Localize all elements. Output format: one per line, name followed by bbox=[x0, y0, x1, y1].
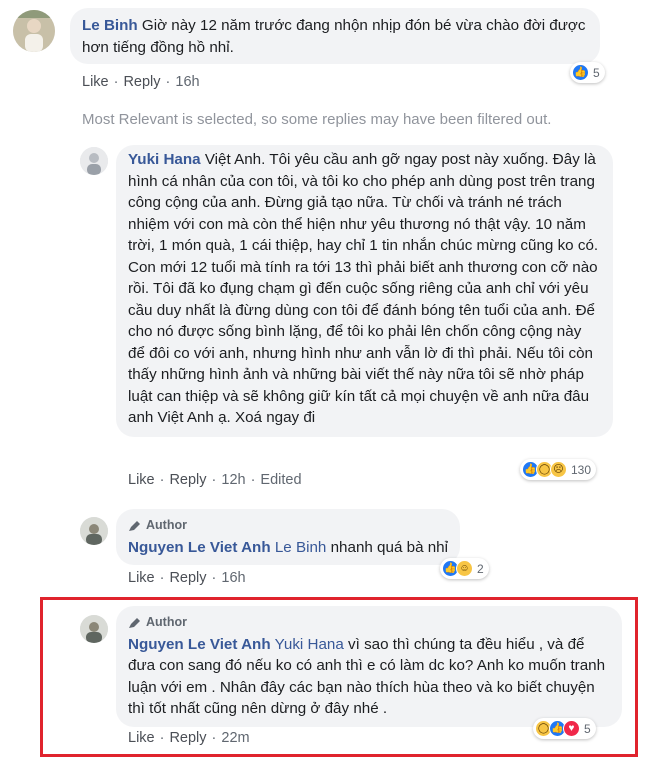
comment-time[interactable]: 12h bbox=[221, 472, 245, 488]
like-link[interactable]: Like bbox=[128, 472, 155, 488]
mention-link[interactable]: Yuki Hana bbox=[275, 636, 344, 653]
comment-text: nhanh quá bà nhỉ bbox=[330, 538, 449, 556]
comment-bubble-yuki-hana: Yuki Hana Việt Anh. Tôi yêu cầu anh gỡ n… bbox=[116, 145, 613, 437]
comment-actions: Like · Reply · 12h · Edited bbox=[128, 472, 302, 488]
reaction-summary[interactable]: 👍 5 bbox=[570, 62, 605, 83]
comment-time[interactable]: 22m bbox=[221, 730, 249, 746]
comment-author[interactable]: Nguyen Le Viet Anh bbox=[128, 636, 271, 653]
reaction-summary[interactable]: ◯ 👍 ♥ 5 bbox=[533, 718, 596, 739]
pencil-icon bbox=[129, 520, 140, 531]
reaction-count: 130 bbox=[571, 462, 592, 477]
profile-photo-icon bbox=[80, 147, 108, 175]
avatar-le-binh[interactable] bbox=[13, 10, 55, 52]
like-link[interactable]: Like bbox=[128, 730, 155, 746]
filter-note: Most Relevant is selected, so some repli… bbox=[82, 111, 552, 128]
comment-bubble-viet-anh-1: Author Nguyen Le Viet Anh Le Binh nhanh … bbox=[116, 509, 461, 565]
pencil-icon bbox=[129, 617, 140, 628]
profile-photo-icon bbox=[80, 615, 108, 643]
reply-link[interactable]: Reply bbox=[169, 570, 206, 586]
like-link[interactable]: Like bbox=[128, 570, 155, 586]
reply-link[interactable]: Reply bbox=[169, 730, 206, 746]
comment-time[interactable]: 16h bbox=[221, 570, 245, 586]
comment-text: Việt Anh. Tôi yêu cầu anh gỡ ngay post n… bbox=[128, 151, 599, 426]
comment-bubble-viet-anh-2: Author Nguyen Le Viet Anh Yuki Hana vì s… bbox=[116, 606, 622, 727]
reaction-count: 5 bbox=[584, 721, 591, 736]
comment-author[interactable]: Yuki Hana bbox=[128, 151, 201, 168]
comment-author[interactable]: Le Binh bbox=[82, 17, 138, 34]
reply-link[interactable]: Reply bbox=[123, 74, 160, 90]
author-tag: Author bbox=[128, 612, 612, 634]
profile-photo-icon bbox=[80, 517, 108, 545]
sad-reaction-icon: ☹ bbox=[550, 461, 567, 478]
mention-link[interactable]: Le Binh bbox=[275, 539, 327, 556]
reaction-count: 2 bbox=[477, 561, 484, 576]
comment-time[interactable]: 16h bbox=[175, 74, 199, 90]
comment-actions: Like · Reply · 16h bbox=[82, 74, 200, 90]
comment-bubble-le-binh: Le Binh Giờ này 12 năm trước đang nhộn n… bbox=[70, 8, 600, 64]
love-reaction-icon: ♥ bbox=[563, 720, 580, 737]
reaction-summary[interactable]: 👍 ◯ ☹ 130 bbox=[520, 459, 597, 480]
comment-actions: Like · Reply · 22m bbox=[128, 730, 250, 746]
edited-label[interactable]: Edited bbox=[260, 472, 301, 488]
comment-author[interactable]: Nguyen Le Viet Anh bbox=[128, 539, 271, 556]
avatar-nguyen-le-viet-anh[interactable] bbox=[80, 615, 108, 643]
comment-actions: Like · Reply · 16h bbox=[128, 570, 246, 586]
reply-link[interactable]: Reply bbox=[169, 472, 206, 488]
like-reaction-icon: 👍 bbox=[572, 64, 589, 81]
avatar-yuki-hana[interactable] bbox=[80, 147, 108, 175]
reaction-summary[interactable]: 👍 ☺ 2 bbox=[440, 558, 489, 579]
reaction-count: 5 bbox=[593, 65, 600, 80]
author-tag: Author bbox=[128, 515, 448, 537]
profile-photo-icon bbox=[13, 10, 55, 52]
comment-text: Giờ này 12 năm trước đang nhộn nhịp đón … bbox=[82, 17, 586, 56]
like-link[interactable]: Like bbox=[82, 74, 109, 90]
avatar-nguyen-le-viet-anh[interactable] bbox=[80, 517, 108, 545]
haha-reaction-icon: ☺ bbox=[456, 560, 473, 577]
